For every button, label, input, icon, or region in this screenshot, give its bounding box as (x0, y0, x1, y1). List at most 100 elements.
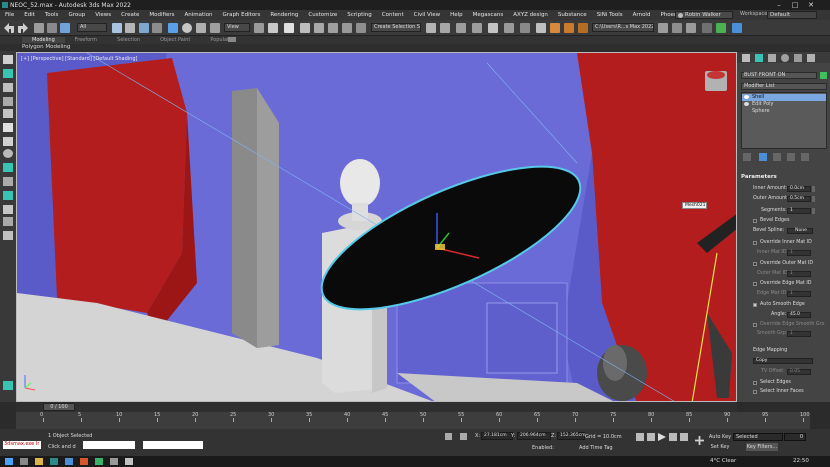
make-unique-icon[interactable] (773, 153, 781, 161)
reference-coordinate-dropdown[interactable]: View (224, 23, 250, 32)
x-coordinate-field[interactable]: 27.181cm (481, 432, 513, 440)
override-edge-smooth-checkbox[interactable] (753, 323, 757, 327)
photoshop-taskbar-icon[interactable] (80, 458, 88, 465)
pivot-center-icon[interactable] (254, 23, 264, 33)
material-editor-icon[interactable] (536, 23, 546, 33)
bind-space-warp-icon[interactable] (60, 23, 70, 33)
auto-smooth-checkbox[interactable] (753, 303, 757, 307)
menu-scripting[interactable]: Scripting (342, 12, 376, 18)
system-clock[interactable]: 22:50 (793, 458, 809, 464)
add-time-tag-button[interactable]: Add Time Tag (579, 445, 613, 451)
z-coordinate-field[interactable]: 152.365cm (557, 432, 585, 440)
percent-snap-icon[interactable] (328, 23, 338, 33)
ribbon-options-icon[interactable] (228, 37, 236, 42)
tab-selection[interactable]: Selection (107, 37, 150, 43)
spinner-snap-icon[interactable] (342, 23, 352, 33)
lock-selection-icon[interactable] (445, 433, 452, 440)
tv-offset-field[interactable]: 0.05 (787, 369, 811, 375)
rendered-frame-window-icon[interactable] (564, 23, 574, 33)
file-explorer-icon[interactable] (35, 458, 43, 465)
object-color-swatch[interactable] (820, 72, 827, 79)
viewport-label[interactable]: [+] [Perspective] [Standard] [Default Sh… (21, 56, 137, 62)
menu-graph-editors[interactable]: Graph Editors (218, 12, 266, 18)
display-icon[interactable] (3, 109, 13, 118)
parameters-header[interactable]: Parameters (741, 174, 777, 180)
render-setup-icon[interactable] (550, 23, 560, 33)
browser-taskbar-icon[interactable] (65, 458, 73, 465)
hierarchy-tab-icon[interactable] (768, 54, 776, 62)
menu-edit[interactable]: Edit (19, 12, 40, 18)
app-taskbar-icon-3[interactable] (125, 458, 133, 465)
previous-frame-icon[interactable] (647, 433, 655, 441)
snaps-toggle-icon[interactable] (300, 23, 310, 33)
minimize-icon[interactable]: – (772, 0, 786, 10)
configure-sets-icon[interactable] (801, 153, 809, 161)
go-to-start-icon[interactable] (636, 433, 644, 441)
stack-item-shell[interactable]: Shell (742, 94, 826, 101)
bevel-spline-button[interactable]: None (787, 228, 813, 234)
hide-icon[interactable] (3, 149, 13, 158)
3dsmax-taskbar-icon[interactable] (50, 458, 58, 465)
current-frame-field[interactable]: 0 (784, 433, 806, 441)
project-folder-dropdown[interactable]: C:\Users\R...s Max 2022 (592, 23, 654, 32)
place-icon[interactable] (210, 23, 220, 33)
app-taskbar-icon[interactable] (95, 458, 103, 465)
shape-icon[interactable] (3, 217, 13, 226)
polygon-modeling-label[interactable]: Polygon Modeling (22, 44, 70, 50)
menu-file[interactable]: File (0, 12, 19, 18)
helper-icon[interactable] (3, 191, 13, 200)
weather-widget[interactable]: 4°C Clear (710, 458, 736, 464)
rectangular-selection-icon[interactable] (139, 23, 149, 33)
redo-icon[interactable] (18, 23, 28, 33)
schematic-view-icon[interactable] (520, 23, 530, 33)
maxscript-input-2[interactable] (83, 441, 135, 449)
freeze-icon[interactable] (3, 137, 13, 146)
tab-modeling[interactable]: Modeling (22, 37, 65, 43)
menu-help[interactable]: Help (445, 12, 468, 18)
next-frame-icon[interactable] (669, 433, 677, 441)
menu-customize[interactable]: Customize (303, 12, 342, 18)
curve-editor-icon[interactable] (504, 23, 514, 33)
select-object-icon[interactable] (112, 23, 122, 33)
bevel-edges-checkbox[interactable] (753, 219, 757, 223)
close-icon[interactable]: ✕ (804, 0, 818, 10)
menu-axyz[interactable]: AXYZ design (508, 12, 553, 18)
selection-filter-dropdown[interactable]: All (77, 23, 107, 32)
menu-substance[interactable]: Substance (553, 12, 592, 18)
isolate-icon[interactable] (3, 123, 13, 132)
hierarchy-icon[interactable] (3, 97, 13, 106)
inner-mat-field[interactable]: 1 (787, 250, 811, 256)
key-filters-button[interactable]: Key Filters... (746, 443, 778, 451)
named-selection-set-dropdown[interactable]: Create Selection Se (371, 23, 421, 32)
menu-civil-view[interactable]: Civil View (409, 12, 445, 18)
menu-create[interactable]: Create (116, 12, 144, 18)
asset-browser-icon[interactable] (686, 23, 696, 33)
maximize-icon[interactable]: □ (788, 0, 802, 10)
utilities-tab-icon[interactable] (807, 54, 815, 62)
menu-views[interactable]: Views (90, 12, 116, 18)
override-inner-checkbox[interactable] (753, 241, 757, 245)
menu-megascans[interactable]: Megascans (468, 12, 509, 18)
open-explorer-icon[interactable] (672, 23, 682, 33)
menu-tools[interactable]: Tools (40, 12, 64, 18)
keyboard-shortcut-toggle-icon[interactable] (284, 23, 294, 33)
geometry-icon[interactable] (3, 205, 13, 214)
angle-field[interactable]: 45.0 (787, 312, 811, 318)
motion-tab-icon[interactable] (781, 54, 789, 62)
eye-icon[interactable] (744, 95, 749, 99)
toggle-layer-explorer-icon[interactable] (472, 23, 482, 33)
rb-plugin-icon[interactable] (732, 23, 742, 33)
viewport-perspective[interactable]: [+] [Perspective] [Standard] [Default Sh… (16, 52, 737, 402)
segments-spinner[interactable] (812, 208, 815, 214)
layer-icon[interactable] (3, 83, 13, 92)
modify-tab-icon[interactable] (755, 54, 763, 62)
remove-modifier-icon[interactable] (787, 153, 795, 161)
set-key-button[interactable]: Set Key (708, 443, 732, 451)
select-by-name-icon[interactable] (125, 23, 135, 33)
viewport-layout-icon[interactable] (3, 381, 13, 390)
select-edges-checkbox[interactable] (753, 381, 757, 385)
select-inner-checkbox[interactable] (753, 390, 757, 394)
mirror-icon[interactable] (426, 23, 436, 33)
user-account-button[interactable]: Robin Walker (675, 11, 733, 19)
outer-amount-field[interactable]: 0.5cm (787, 196, 811, 202)
